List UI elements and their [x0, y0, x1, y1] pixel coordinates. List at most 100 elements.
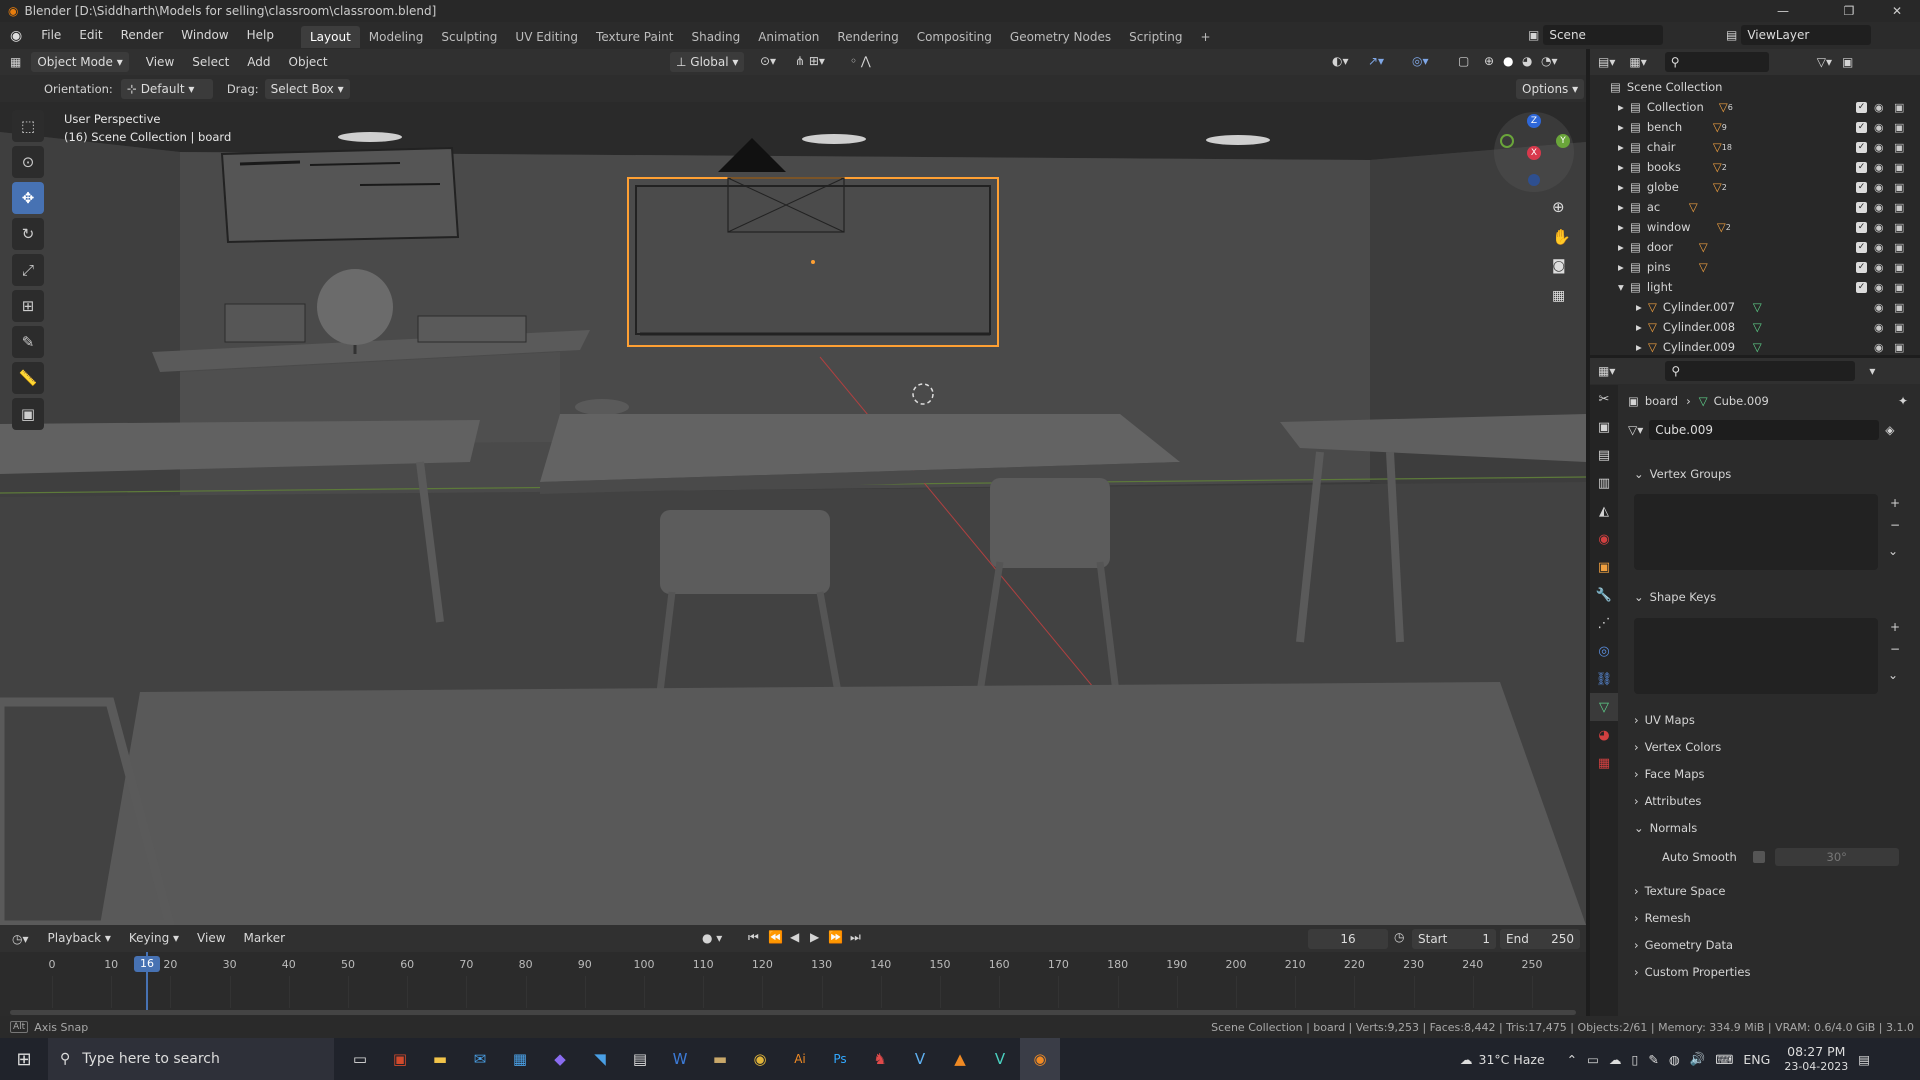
timeline-editor-icon[interactable]: ◷▾: [12, 932, 29, 946]
eye-icon[interactable]: ◉: [1874, 221, 1884, 234]
eye-icon[interactable]: ◉: [1874, 181, 1884, 194]
vlc-icon[interactable]: ▲: [940, 1038, 980, 1080]
menu-edit[interactable]: Edit: [70, 22, 111, 49]
snap-icon[interactable]: ⋔ ⊞▾: [795, 54, 825, 68]
menu-view[interactable]: View: [137, 49, 183, 76]
eye-icon[interactable]: ◉: [1874, 261, 1884, 274]
panel-normals[interactable]: ⌄ Normals: [1628, 817, 1914, 839]
camera-icon[interactable]: ▣: [1894, 261, 1904, 274]
start-frame-field[interactable]: Start 1: [1412, 929, 1496, 949]
exclude-checkbox[interactable]: ✓: [1856, 221, 1867, 233]
y-axis-icon[interactable]: Y: [1556, 134, 1570, 148]
tab-compositing[interactable]: Compositing: [908, 26, 1001, 48]
notification-icon[interactable]: ▤: [1858, 1052, 1870, 1067]
constraints-tab-icon[interactable]: ⛓: [1590, 665, 1618, 693]
camera-icon[interactable]: ▣: [1894, 101, 1904, 114]
end-frame-field[interactable]: End 250: [1500, 929, 1580, 949]
exclude-checkbox[interactable]: ✓: [1856, 281, 1867, 293]
shading-material-icon[interactable]: ◕: [1522, 54, 1532, 68]
jump-keyframe-forward-icon[interactable]: ⏩: [828, 930, 843, 944]
neg-y-axis-icon[interactable]: [1500, 134, 1514, 148]
menu-marker[interactable]: Marker: [235, 925, 294, 952]
overlays-icon[interactable]: ◎▾: [1412, 54, 1429, 68]
transform-orientation[interactable]: ⊥ Global ▾: [670, 52, 745, 72]
outliner-item-collection[interactable]: ▸ ▤ Collection ▽ 6 ✓ ◉ ▣: [1590, 97, 1920, 117]
eye-icon[interactable]: ◉: [1874, 121, 1884, 134]
menu-keying[interactable]: Keying ▾: [120, 925, 188, 952]
shape-keys-list[interactable]: [1634, 618, 1878, 694]
outliner-item-ac[interactable]: ▸ ▤ ac ▽ ✓ ◉ ▣: [1590, 197, 1920, 217]
tab-sculpting[interactable]: Sculpting: [432, 26, 506, 48]
scene-collection-row[interactable]: ▤ Scene Collection: [1590, 77, 1920, 97]
weather-text[interactable]: 31°C Haze: [1479, 1052, 1545, 1067]
shading-solid-icon[interactable]: ●: [1503, 54, 1513, 68]
outliner-search[interactable]: ⚲: [1664, 52, 1769, 72]
exclude-checkbox[interactable]: ✓: [1856, 161, 1867, 173]
panel-remesh[interactable]: › Remesh: [1628, 907, 1914, 929]
annotate-icon[interactable]: ✎: [12, 326, 44, 358]
auto-smooth-checkbox[interactable]: [1752, 851, 1765, 863]
menu-timeline-view[interactable]: View: [188, 925, 234, 952]
scene-selector[interactable]: Scene: [1543, 25, 1664, 45]
exclude-checkbox[interactable]: ✓: [1856, 181, 1867, 193]
weather-icon[interactable]: ☁: [1460, 1052, 1473, 1067]
output-tab-icon[interactable]: ▤: [1590, 441, 1618, 469]
eye-icon[interactable]: ◉: [1874, 161, 1884, 174]
outliner-item-window[interactable]: ▸ ▤ window ▽ 2 ✓ ◉ ▣: [1590, 217, 1920, 237]
mesh-name-field[interactable]: Cube.009: [1649, 420, 1880, 440]
language-indicator[interactable]: ENG: [1743, 1052, 1770, 1067]
minimize-button[interactable]: —: [1760, 0, 1806, 22]
camera-icon[interactable]: ▣: [1894, 341, 1904, 354]
tab-rendering[interactable]: Rendering: [828, 26, 907, 48]
scene-render[interactable]: [0, 102, 1586, 925]
eye-icon[interactable]: ◉: [1874, 321, 1884, 334]
auto-keying-icon[interactable]: ● ▾: [702, 931, 722, 945]
blender-taskbar-icon[interactable]: ◉: [1020, 1038, 1060, 1080]
menu-select[interactable]: Select: [183, 49, 238, 76]
eye-icon[interactable]: ◉: [1874, 241, 1884, 254]
close-button[interactable]: ✕: [1874, 0, 1920, 22]
chrome-icon[interactable]: ◉: [740, 1038, 780, 1080]
camera-icon[interactable]: ▣: [1894, 281, 1904, 294]
zoom-icon[interactable]: ⊕: [1552, 198, 1565, 216]
menu-playback[interactable]: Playback ▾: [39, 925, 120, 952]
panel-attributes[interactable]: › Attributes: [1628, 790, 1914, 812]
properties-editor-icon[interactable]: ▦▾: [1598, 364, 1615, 378]
proportional-edit-icon[interactable]: ◦ ⋀: [850, 54, 871, 68]
keyboard-icon[interactable]: ⌨: [1715, 1052, 1733, 1067]
outliner-item-door[interactable]: ▸ ▤ door ▽ ✓ ◉ ▣: [1590, 237, 1920, 257]
panel-custom-properties[interactable]: › Custom Properties: [1628, 961, 1914, 983]
fake-user-icon[interactable]: ◈: [1885, 423, 1894, 437]
app-icon-3[interactable]: ▬: [700, 1038, 740, 1080]
xray-icon[interactable]: ▢: [1458, 54, 1469, 68]
camera-icon[interactable]: ▣: [1894, 161, 1904, 174]
vertex-groups-list[interactable]: [1634, 494, 1878, 570]
tray-app-icon[interactable]: ▭: [1587, 1052, 1599, 1067]
outliner-child-cylinder-009[interactable]: ▸ ▽ Cylinder.009 ▽ ◉ ▣: [1590, 337, 1920, 357]
mail-icon[interactable]: ✉: [460, 1038, 500, 1080]
outliner-item-pins[interactable]: ▸ ▤ pins ▽ ✓ ◉ ▣: [1590, 257, 1920, 277]
add-shape-key-icon[interactable]: +: [1890, 620, 1900, 634]
outliner-item-globe[interactable]: ▸ ▤ globe ▽ 2 ✓ ◉ ▣: [1590, 177, 1920, 197]
texture-tab-icon[interactable]: ▦: [1590, 749, 1618, 777]
camera-icon[interactable]: ▣: [1894, 221, 1904, 234]
mode-selector[interactable]: Object Mode ▾: [31, 52, 129, 72]
tab-modeling[interactable]: Modeling: [360, 26, 433, 48]
current-frame-field[interactable]: 16: [1308, 929, 1388, 949]
maximize-button[interactable]: ❐: [1826, 0, 1872, 22]
remove-vertex-group-icon[interactable]: −: [1890, 518, 1900, 532]
tab-geometry-nodes[interactable]: Geometry Nodes: [1001, 26, 1120, 48]
auto-smooth-angle-field[interactable]: 30°: [1774, 848, 1899, 866]
frame-ruler[interactable]: 0 10 20 30 40 50 60 70 80 90 100 110 120 130 140 150 160…: [0, 952, 1586, 1012]
data-tab-icon[interactable]: ▽: [1590, 693, 1618, 721]
jump-keyframe-back-icon[interactable]: ⏪: [768, 930, 783, 944]
outliner-item-books[interactable]: ▸ ▤ books ▽ 2 ✓ ◉ ▣: [1590, 157, 1920, 177]
neg-z-axis-icon[interactable]: [1528, 174, 1540, 186]
preview-range-icon[interactable]: ◷: [1394, 930, 1404, 944]
media-app-icon[interactable]: ◆: [540, 1038, 580, 1080]
move-icon[interactable]: ✥: [12, 182, 44, 214]
camera-icon[interactable]: ▣: [1894, 241, 1904, 254]
eye-icon[interactable]: ◉: [1874, 141, 1884, 154]
camera-icon[interactable]: ▣: [1894, 201, 1904, 214]
world-tab-icon[interactable]: ◉: [1590, 525, 1618, 553]
